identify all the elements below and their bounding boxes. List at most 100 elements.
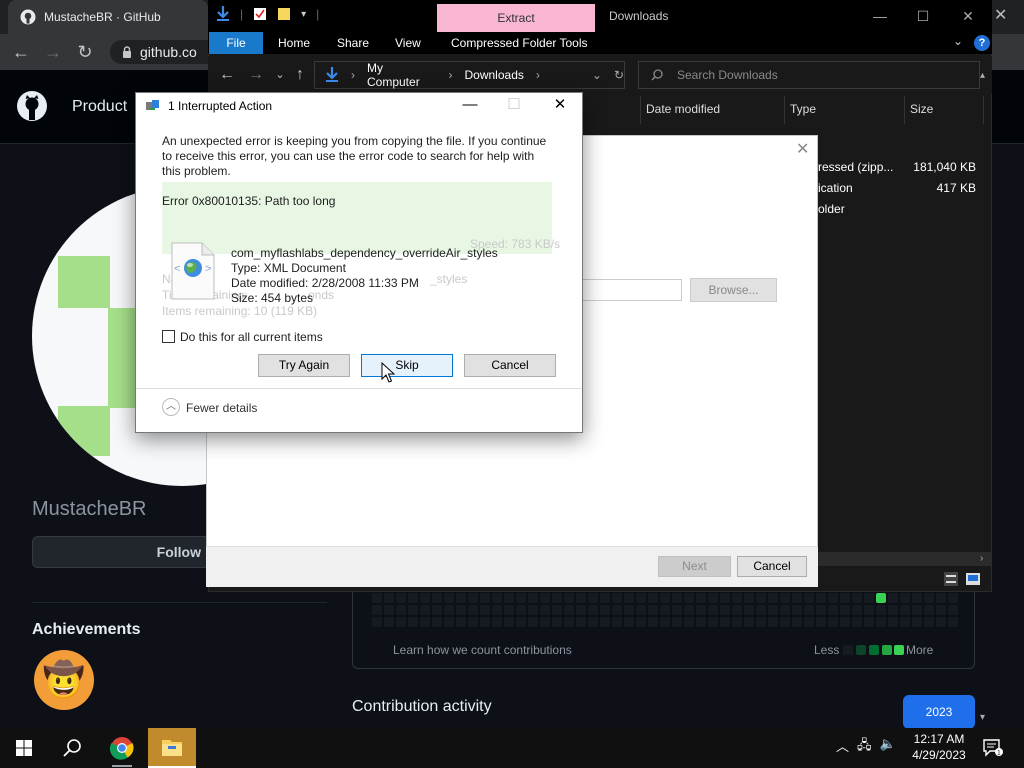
contribution-day[interactable] <box>876 593 886 603</box>
contribution-day[interactable] <box>456 605 466 615</box>
browser-close-icon[interactable]: ✕ <box>994 8 1010 24</box>
column-type[interactable]: Type <box>790 102 816 116</box>
contribution-day[interactable] <box>588 593 598 603</box>
contribution-day[interactable] <box>840 605 850 615</box>
contribution-day[interactable] <box>768 605 778 615</box>
nav-product[interactable]: Product <box>72 98 127 116</box>
scroll-up-icon[interactable]: ▴ <box>980 70 985 81</box>
contribution-day[interactable] <box>936 605 946 615</box>
breadcrumb-downloads[interactable]: Downloads <box>465 68 524 82</box>
contribution-day[interactable] <box>924 593 934 603</box>
contribution-day[interactable] <box>528 593 538 603</box>
year-2023-button[interactable]: 2023 <box>903 695 975 729</box>
column-date-modified[interactable]: Date modified <box>646 102 720 116</box>
contribution-day[interactable] <box>444 617 454 627</box>
contribution-day[interactable] <box>684 605 694 615</box>
contribution-day[interactable] <box>804 593 814 603</box>
contribution-day[interactable] <box>396 605 406 615</box>
contribution-day[interactable] <box>480 593 490 603</box>
recent-locations-icon[interactable]: ⌄ <box>271 66 289 84</box>
contribution-day[interactable] <box>564 605 574 615</box>
contribution-day[interactable] <box>444 593 454 603</box>
contribution-day[interactable] <box>672 605 682 615</box>
contribution-day[interactable] <box>696 617 706 627</box>
customize-toolbar-icon[interactable]: ▾ <box>301 9 306 20</box>
try-again-button[interactable]: Try Again <box>258 354 350 377</box>
ribbon-tab-view[interactable]: View <box>395 36 421 50</box>
contribution-day[interactable] <box>840 593 850 603</box>
search-input[interactable]: Search Downloads <box>638 61 980 89</box>
contribution-day[interactable] <box>528 605 538 615</box>
explorer-breadcrumb[interactable]: › My Computer › Downloads › ⌄ ↻ <box>314 61 625 89</box>
contribution-day[interactable] <box>948 617 958 627</box>
contribution-day[interactable] <box>624 593 634 603</box>
contribution-day[interactable] <box>828 593 838 603</box>
contribution-day[interactable] <box>768 593 778 603</box>
contribution-day[interactable] <box>732 617 742 627</box>
contribution-day[interactable] <box>840 617 850 627</box>
contribution-day[interactable] <box>516 593 526 603</box>
volume-icon[interactable]: 🔈 <box>880 736 896 758</box>
contribution-day[interactable] <box>432 605 442 615</box>
contribution-day[interactable] <box>780 593 790 603</box>
contribution-day[interactable] <box>648 593 658 603</box>
browser-tab[interactable]: MustacheBR · GitHub <box>8 0 208 34</box>
fewer-details-toggle[interactable]: Fewer details <box>186 401 257 415</box>
file-row-size[interactable]: 417 KB <box>906 181 976 195</box>
contribution-day[interactable] <box>384 617 394 627</box>
contribution-day[interactable] <box>744 605 754 615</box>
windows-start-icon[interactable] <box>0 728 48 768</box>
contribution-day[interactable] <box>900 593 910 603</box>
extract-context-tab[interactable]: Extract <box>437 4 595 32</box>
explorer-forward-icon[interactable]: → <box>247 66 265 84</box>
contribution-day[interactable] <box>528 617 538 627</box>
chrome-taskbar-icon[interactable] <box>98 728 146 768</box>
contribution-day[interactable] <box>624 605 634 615</box>
contribution-day[interactable] <box>888 593 898 603</box>
download-arrow-icon[interactable] <box>216 6 230 22</box>
github-logo-icon[interactable] <box>16 90 48 122</box>
contribution-day[interactable] <box>624 617 634 627</box>
ribbon-tab-home[interactable]: Home <box>278 36 310 50</box>
file-row-type[interactable]: ication <box>818 181 853 195</box>
contribution-day[interactable] <box>600 617 610 627</box>
contribution-day[interactable] <box>456 593 466 603</box>
contribution-day[interactable] <box>936 593 946 603</box>
contribution-day[interactable] <box>660 605 670 615</box>
minimize-icon[interactable]: — <box>872 8 888 24</box>
dialog-minimize-icon[interactable]: — <box>462 97 478 113</box>
contribution-day[interactable] <box>792 605 802 615</box>
contribution-day[interactable] <box>852 617 862 627</box>
contribution-day[interactable] <box>936 617 946 627</box>
contribution-day[interactable] <box>708 593 718 603</box>
contribution-day[interactable] <box>744 593 754 603</box>
contribution-day[interactable] <box>636 617 646 627</box>
contribution-day[interactable] <box>876 605 886 615</box>
contribution-day[interactable] <box>900 605 910 615</box>
new-folder-icon[interactable] <box>277 7 291 21</box>
contribution-day[interactable] <box>660 617 670 627</box>
contribution-day[interactable] <box>888 617 898 627</box>
contribution-day[interactable] <box>576 593 586 603</box>
contribution-day[interactable] <box>432 593 442 603</box>
contribution-day[interactable] <box>372 605 382 615</box>
contribution-day[interactable] <box>816 593 826 603</box>
contribution-day[interactable] <box>612 617 622 627</box>
contribution-day[interactable] <box>708 605 718 615</box>
contribution-day[interactable] <box>480 605 490 615</box>
contribution-day[interactable] <box>924 605 934 615</box>
contribution-day[interactable] <box>912 617 922 627</box>
contribution-day[interactable] <box>684 617 694 627</box>
contribution-day[interactable] <box>612 593 622 603</box>
contribution-day[interactable] <box>600 605 610 615</box>
expand-ribbon-chevron-icon[interactable]: ⌄ <box>953 34 963 48</box>
contribution-day[interactable] <box>420 617 430 627</box>
contribution-day[interactable] <box>552 617 562 627</box>
contribution-day[interactable] <box>756 605 766 615</box>
contribution-day[interactable] <box>408 605 418 615</box>
contribution-day[interactable] <box>948 605 958 615</box>
contribution-day[interactable] <box>780 617 790 627</box>
contribution-day[interactable] <box>468 617 478 627</box>
scroll-down-icon[interactable]: ▾ <box>980 712 985 723</box>
contribution-day[interactable] <box>756 593 766 603</box>
